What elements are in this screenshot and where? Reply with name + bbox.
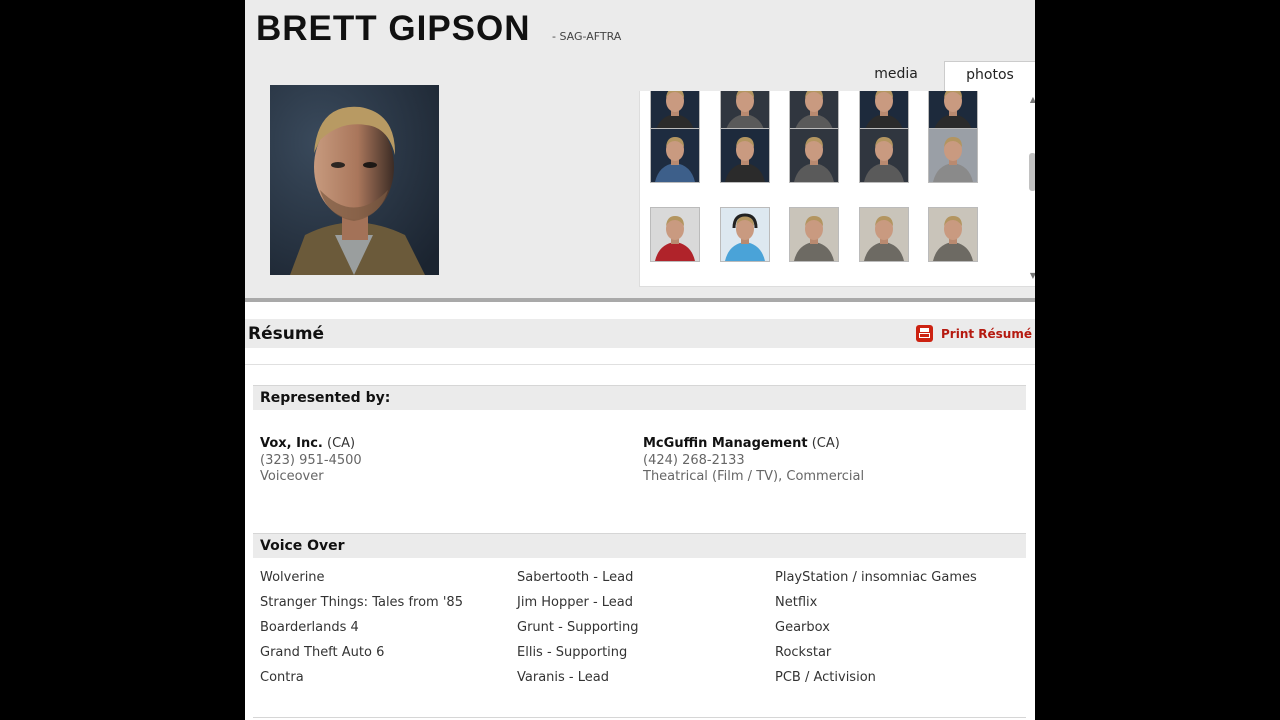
credit-project: Contra: [260, 670, 304, 685]
photo-thumbnail[interactable]: [720, 207, 770, 262]
tab-media[interactable]: media: [865, 61, 927, 89]
represented-by-header: Represented by:: [253, 385, 1026, 410]
photo-thumbnail[interactable]: [928, 207, 978, 262]
agency-name[interactable]: Vox, Inc.: [260, 436, 323, 451]
photo-thumbnail[interactable]: [859, 207, 909, 262]
credit-row: Stranger Things: Tales from '85 Jim Hopp…: [260, 595, 1020, 615]
photo-thumbnail[interactable]: [789, 207, 839, 262]
credit-role: Varanis - Lead: [517, 670, 609, 685]
credit-row: Grand Theft Auto 6 Ellis - Supporting Ro…: [260, 645, 1020, 665]
actor-name: BRETT GIPSON: [256, 9, 531, 48]
credit-role: Ellis - Supporting: [517, 645, 628, 660]
photo-thumbnail[interactable]: [928, 128, 978, 183]
agency-phone: (424) 268-2133: [643, 452, 745, 468]
agency-card: Vox, Inc. (CA) (323) 951-4500 Voiceover: [260, 436, 362, 486]
photo-thumbnail[interactable]: [859, 128, 909, 183]
union-affiliation: - SAG-AFTRA: [552, 30, 622, 43]
agency-card: McGuffin Management (CA) (424) 268-2133 …: [643, 436, 864, 486]
profile-header: BRETT GIPSON - SAG-AFTRA media photos: [245, 0, 1035, 298]
agency-location: (CA): [811, 436, 840, 451]
resume-divider: [245, 364, 1035, 365]
represented-by-heading: Represented by:: [260, 390, 391, 406]
credit-company: PCB / Activision: [775, 670, 876, 685]
credit-project: Boarderlands 4: [260, 620, 359, 635]
credit-role: Sabertooth - Lead: [517, 570, 634, 585]
tab-photos[interactable]: photos: [944, 61, 1035, 92]
credit-project: Grand Theft Auto 6: [260, 645, 385, 660]
photo-thumbnail[interactable]: [650, 128, 700, 183]
scroll-up-arrow-icon[interactable]: ▲: [1030, 96, 1035, 104]
resume-title: Résumé: [248, 324, 325, 344]
voice-over-heading: Voice Over: [260, 538, 345, 554]
credit-row: Wolverine Sabertooth - Lead PlayStation …: [260, 570, 1020, 590]
headshot-photo[interactable]: [270, 85, 439, 275]
credit-row: Contra Varanis - Lead PCB / Activision: [260, 670, 1020, 690]
credit-role: Jim Hopper - Lead: [517, 595, 634, 610]
agency-name[interactable]: McGuffin Management: [643, 436, 808, 451]
scroll-down-arrow-icon[interactable]: ▼: [1030, 272, 1035, 280]
photo-thumbnail[interactable]: [650, 207, 700, 262]
section-divider: [253, 717, 1026, 718]
credit-project: Wolverine: [260, 570, 325, 585]
photo-gallery: ▲ ▼: [639, 91, 1035, 287]
printer-icon: [916, 325, 933, 342]
header-divider: [245, 298, 1035, 302]
credit-company: Gearbox: [775, 620, 830, 635]
resume-header: Résumé Print Résumé: [245, 319, 1035, 348]
credit-project: Stranger Things: Tales from '85: [260, 595, 463, 610]
voice-over-header: Voice Over: [253, 533, 1026, 558]
credit-company: Rockstar: [775, 645, 832, 660]
credit-company: PlayStation / insomniac Games: [775, 570, 977, 585]
print-resume-button[interactable]: Print Résumé: [916, 324, 1032, 343]
print-resume-label: Print Résumé: [941, 326, 1032, 341]
photo-thumbnail[interactable]: [789, 128, 839, 183]
credit-company: Netflix: [775, 595, 818, 610]
agency-type: Voiceover: [260, 469, 324, 484]
agency-location: (CA): [327, 436, 356, 451]
gallery-scrollbar[interactable]: ▲ ▼: [1028, 91, 1035, 286]
agency-type: Theatrical (Film / TV), Commercial: [643, 469, 865, 484]
agency-phone: (323) 951-4500: [260, 452, 362, 468]
photo-thumbnail[interactable]: [720, 128, 770, 183]
credit-row: Boarderlands 4 Grunt - Supporting Gearbo…: [260, 620, 1020, 640]
scrollbar-thumb[interactable]: [1029, 153, 1035, 191]
credit-role: Grunt - Supporting: [517, 620, 639, 635]
profile-page: BRETT GIPSON - SAG-AFTRA media photos Ré…: [245, 0, 1035, 720]
